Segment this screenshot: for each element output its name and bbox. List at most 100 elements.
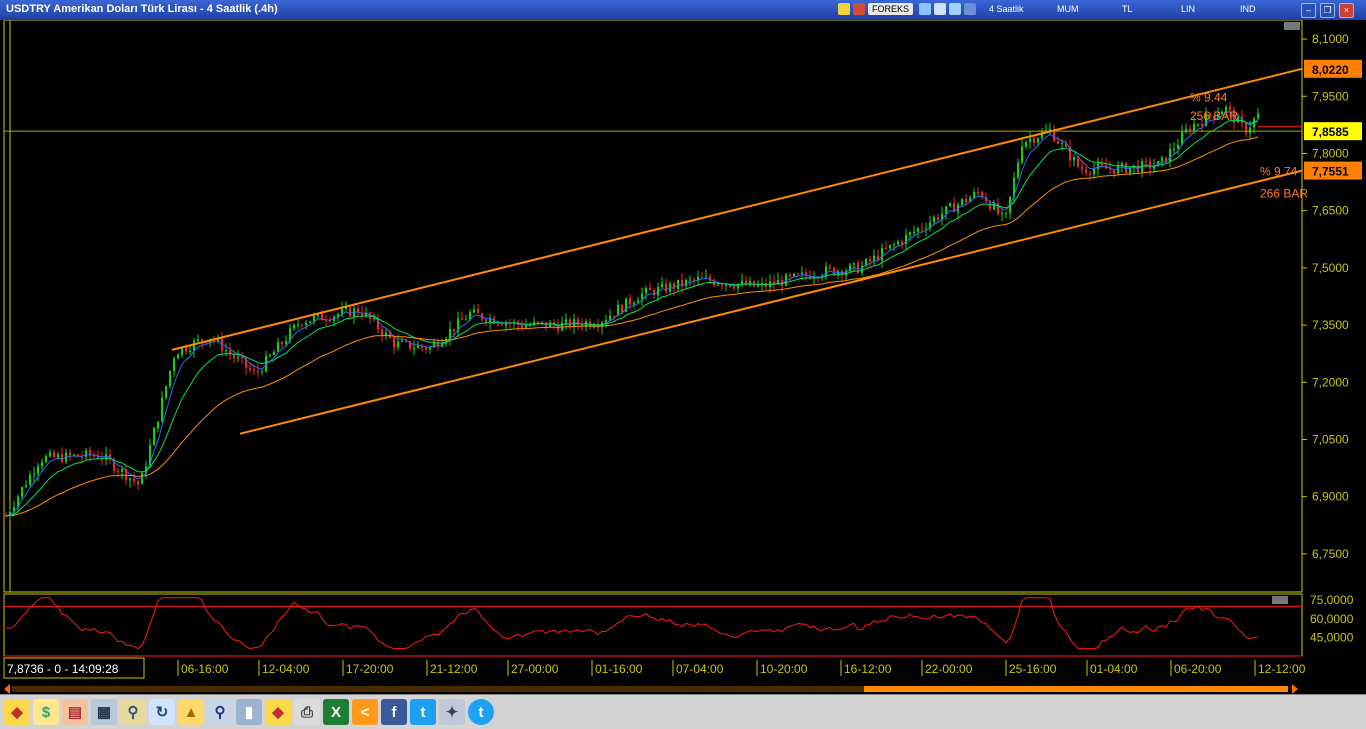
- zoom-icon[interactable]: ⚲: [207, 699, 233, 725]
- line-tool-icon[interactable]: [934, 3, 947, 15]
- candle-body: [501, 324, 503, 326]
- indicators-label[interactable]: IND: [1240, 4, 1256, 14]
- candle-body: [693, 279, 695, 281]
- candle-body: [537, 321, 539, 323]
- candle-body: [477, 309, 479, 314]
- candle-body: [397, 341, 399, 348]
- scroll-left-icon[interactable]: [4, 684, 10, 694]
- candle-body: [621, 305, 623, 313]
- candle-body: [61, 454, 63, 462]
- candle-body: [297, 324, 299, 326]
- candle-body: [933, 217, 935, 223]
- navigate-icon[interactable]: ◆: [4, 699, 30, 725]
- close-button[interactable]: ×: [1339, 3, 1354, 18]
- facebook-icon[interactable]: f: [381, 699, 407, 725]
- candle-body: [485, 319, 487, 323]
- print-icon[interactable]: ⎙: [294, 699, 320, 725]
- source-tag[interactable]: FOREKS: [868, 3, 914, 15]
- y-tick-label: 6,9000: [1312, 490, 1349, 504]
- x-tick-label: 17-20:00: [346, 662, 394, 676]
- candle-body: [1077, 157, 1079, 167]
- candle-body: [1089, 172, 1091, 175]
- chart-area[interactable]: % 9.44 256 BAR % 9.74 266 BAR 8,1000 7,9500 7…: [0, 19, 1366, 682]
- symbol-list-icon[interactable]: $: [33, 699, 59, 725]
- candle-body: [325, 320, 327, 322]
- portfolio-icon[interactable]: ▤: [62, 699, 88, 725]
- minimize-button[interactable]: –: [1301, 3, 1316, 18]
- tools-icon[interactable]: ✦: [439, 699, 465, 725]
- draw-tool-icon[interactable]: [919, 3, 932, 15]
- candle-body: [613, 315, 615, 317]
- candle-body: [921, 228, 923, 230]
- y-tick-label: 7,5000: [1312, 261, 1349, 275]
- candle-body: [1073, 157, 1075, 161]
- x-tick-label: 01-04:00: [1090, 662, 1138, 676]
- candle-body: [721, 284, 723, 286]
- candle-body: [789, 274, 791, 277]
- currency-label[interactable]: TL: [1122, 4, 1133, 14]
- candle-body: [165, 386, 167, 398]
- refresh-icon[interactable]: ↻: [149, 699, 175, 725]
- candle-body: [701, 276, 703, 278]
- twitter-round-icon[interactable]: t: [468, 699, 494, 725]
- grid-icon[interactable]: ▦: [91, 699, 117, 725]
- candle-body: [381, 329, 383, 336]
- candle-body: [129, 478, 131, 481]
- navigate-alt-icon[interactable]: ◆: [265, 699, 291, 725]
- candle-body: [1017, 162, 1019, 178]
- candle-body: [141, 473, 143, 485]
- x-tick-label: 10-20:00: [760, 662, 808, 676]
- symbol-icon[interactable]: [838, 3, 850, 15]
- database-icon[interactable]: ▮: [236, 699, 262, 725]
- candle-body: [21, 487, 23, 497]
- trend-channel-layer[interactable]: % 9.44 256 BAR % 9.74 266 BAR: [4, 67, 1308, 435]
- price-chart[interactable]: % 9.44 256 BAR % 9.74 266 BAR 8,1000 7,9500 7…: [0, 19, 1366, 682]
- candle-body: [565, 319, 567, 323]
- settings-icon[interactable]: [949, 3, 962, 15]
- candle-body: [1085, 169, 1087, 173]
- timeframe-label[interactable]: 4 Saatlik: [989, 4, 1024, 14]
- candle-body: [177, 354, 179, 359]
- candle-body: [425, 347, 427, 350]
- candle-body: [861, 265, 863, 273]
- candle-body: [185, 347, 187, 352]
- restore-button[interactable]: ❐: [1320, 3, 1335, 18]
- candle-body: [645, 287, 647, 294]
- price-readout: 7,8736 - 0 - 14:09:28: [7, 662, 119, 676]
- excel-icon[interactable]: X: [323, 699, 349, 725]
- data-icon[interactable]: [853, 3, 865, 15]
- chevron-down-icon[interactable]: [964, 3, 977, 15]
- candle-body: [825, 266, 827, 276]
- candle-body: [909, 232, 911, 235]
- candle-body: [169, 370, 171, 387]
- time-axis[interactable]: 7,8736 - 0 - 14:09:28 06-16:00 12-04:00 17-…: [3, 657, 1306, 679]
- candle-body: [309, 321, 311, 323]
- candle-body: [1149, 161, 1151, 169]
- candle-body: [1177, 144, 1179, 149]
- share-icon[interactable]: <: [352, 699, 378, 725]
- chart-frame: [3, 19, 1303, 593]
- candle-body: [609, 315, 611, 321]
- price-tag-label: 7,8585: [1312, 125, 1349, 139]
- scale-label[interactable]: LIN: [1181, 4, 1195, 14]
- candle-body: [593, 326, 595, 328]
- x-tick-label: 27-00:00: [511, 662, 559, 676]
- candle-body: [1033, 138, 1035, 143]
- candle-body: [665, 283, 667, 292]
- osc-tick-label: 75,0000: [1310, 593, 1354, 607]
- alert-icon[interactable]: ▲: [178, 699, 204, 725]
- candle-body: [269, 354, 271, 356]
- candle-body: [1081, 166, 1083, 170]
- x-tick-label: 22-00:00: [925, 662, 973, 676]
- price-axis[interactable]: 8,1000 7,9500 7,8000 7,6500 7,5000 7,3500 7,20…: [1302, 32, 1362, 561]
- scroll-right-icon[interactable]: [1292, 684, 1298, 694]
- chart-type-label[interactable]: MUM: [1057, 4, 1079, 14]
- horizontal-scrollbar[interactable]: [0, 682, 1366, 694]
- candle-body: [1037, 138, 1039, 143]
- twitter-icon[interactable]: t: [410, 699, 436, 725]
- scroll-thumb[interactable]: [864, 686, 1288, 692]
- search-icon[interactable]: ⚲: [120, 699, 146, 725]
- osc-tick-label: 60,0000: [1310, 612, 1354, 626]
- candle-body: [257, 370, 259, 372]
- candle-body: [161, 397, 163, 422]
